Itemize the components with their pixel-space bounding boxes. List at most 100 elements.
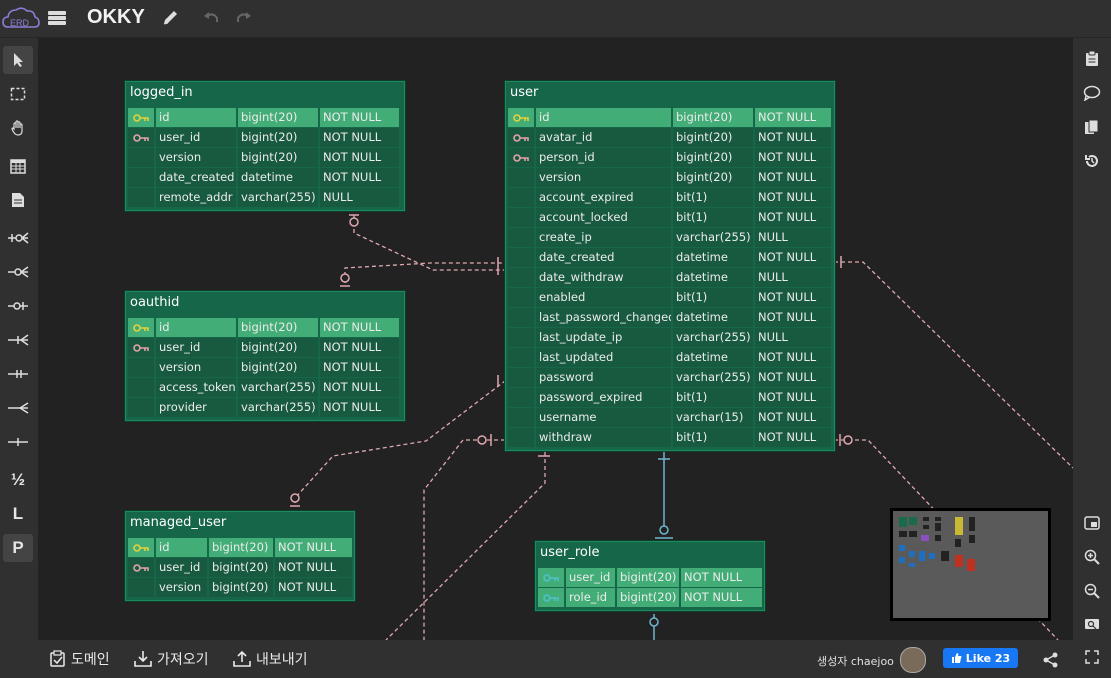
column-row[interactable]: user_id bigint(20) NOT NULL	[128, 128, 402, 147]
table-name[interactable]: oauthid	[126, 292, 404, 316]
sql-preview-button[interactable]	[1081, 48, 1103, 70]
select-area-tool[interactable]	[3, 80, 33, 108]
relation-one-tool[interactable]	[3, 428, 33, 456]
column-row[interactable]: password varchar(255) NOT NULL	[508, 368, 832, 387]
column-row[interactable]: create_ip varchar(255) NULL	[508, 228, 832, 247]
column-row[interactable]: person_id bigint(20) NOT NULL	[508, 148, 832, 167]
column-row[interactable]: avatar_id bigint(20) NOT NULL	[508, 128, 832, 147]
column-row[interactable]: version bigint(20) NOT NULL	[128, 578, 352, 597]
relation-zero-one-tool[interactable]	[3, 292, 33, 320]
column-row[interactable]: withdraw bit(1) NOT NULL	[508, 428, 832, 447]
undo-icon[interactable]	[201, 8, 221, 28]
column-row[interactable]: last_updated datetime NOT NULL	[508, 348, 832, 367]
column-row[interactable]: last_update_ip varchar(255) NULL	[508, 328, 832, 347]
table-user-role[interactable]: user_role user_id bigint(20) NOT NULL ro…	[535, 541, 765, 611]
table-managed-user[interactable]: managed_user id bigint(20) NOT NULL user…	[125, 511, 355, 601]
search-box-icon	[1085, 619, 1099, 630]
column-row[interactable]: account_expired bit(1) NOT NULL	[508, 188, 832, 207]
column-row[interactable]: date_withdraw datetime NULL	[508, 268, 832, 287]
physical-view-toggle[interactable]: P	[3, 534, 33, 562]
export-button[interactable]: 내보내기	[232, 649, 308, 669]
redo-icon[interactable]	[234, 8, 254, 28]
table-oauthid[interactable]: oauthid id bigint(20) NOT NULL user_id b…	[125, 291, 405, 421]
fullscreen-button[interactable]	[1081, 646, 1103, 668]
table-logged-in[interactable]: logged_in id bigint(20) NOT NULL user_id…	[125, 81, 405, 211]
pointer-tool[interactable]	[3, 46, 33, 74]
column-row[interactable]: id bigint(20) NOT NULL	[128, 108, 402, 127]
zoom-in-button[interactable]	[1081, 546, 1103, 568]
column-name: withdraw	[536, 428, 671, 447]
column-row[interactable]: enabled bit(1) NOT NULL	[508, 288, 832, 307]
column-row[interactable]: version bigint(20) NOT NULL	[128, 148, 402, 167]
column-type: varchar(255)	[673, 328, 753, 347]
relation-one-n-tool[interactable]	[3, 326, 33, 354]
comments-button[interactable]	[1081, 82, 1103, 104]
relation-n-tool[interactable]	[3, 394, 33, 422]
history-snapshot-button[interactable]	[1081, 116, 1103, 138]
column-null: NOT NULL	[755, 208, 831, 227]
minimap[interactable]	[890, 508, 1051, 621]
column-row[interactable]: user_id bigint(20) NOT NULL	[128, 338, 402, 357]
table-add-tool[interactable]	[3, 152, 33, 180]
column-name: password	[536, 368, 671, 387]
pencil-icon[interactable]	[160, 8, 180, 28]
column-null: NOT NULL	[755, 168, 831, 187]
zoom-out-button[interactable]	[1081, 580, 1103, 602]
table-name[interactable]: managed_user	[126, 512, 354, 536]
key-cell	[508, 288, 534, 307]
erd-cloud-logo[interactable]: ERD	[2, 4, 40, 32]
column-name: user_id	[156, 128, 236, 147]
domain-button[interactable]: 도메인	[49, 649, 110, 669]
column-name: user_id	[566, 568, 615, 587]
relation-one-only-tool[interactable]	[3, 360, 33, 388]
import-button[interactable]: 가져오기	[133, 649, 209, 669]
export-label: 내보내기	[256, 652, 308, 668]
table-name[interactable]: user_role	[536, 542, 764, 566]
table-name[interactable]: user	[506, 82, 834, 106]
column-row[interactable]: user_id bigint(20) NOT NULL	[128, 558, 352, 577]
memo-add-tool[interactable]	[3, 186, 33, 214]
relation-one-only-icon	[8, 370, 28, 378]
domain-label: 도메인	[71, 652, 110, 668]
logical-view-toggle[interactable]: L	[3, 500, 33, 528]
avatar[interactable]	[900, 647, 926, 673]
column-row[interactable]: account_locked bit(1) NOT NULL	[508, 208, 832, 227]
column-row[interactable]: id bigint(20) NOT NULL	[128, 538, 352, 557]
column-row[interactable]: id bigint(20) NOT NULL	[128, 318, 402, 337]
speech-bubble-icon	[1083, 85, 1101, 101]
column-null: NOT NULL	[320, 168, 399, 187]
pk-fk-toggle[interactable]: ½	[3, 466, 33, 494]
table-name[interactable]: logged_in	[126, 82, 404, 106]
column-row[interactable]: version bigint(20) NOT NULL	[508, 168, 832, 187]
column-row[interactable]: provider varchar(255) NOT NULL	[128, 398, 402, 417]
project-title[interactable]: OKKY	[87, 6, 145, 29]
column-row[interactable]: username varchar(15) NOT NULL	[508, 408, 832, 427]
column-row[interactable]: date_created datetime NOT NULL	[508, 248, 832, 267]
column-row[interactable]: date_created datetime NOT NULL	[128, 168, 402, 187]
column-row[interactable]: access_token varchar(255) NOT NULL	[128, 378, 402, 397]
projects-stack-icon[interactable]	[46, 9, 68, 27]
key-cell	[128, 358, 154, 377]
relation-zero-one-n-tool[interactable]	[3, 224, 33, 252]
column-row[interactable]: id bigint(20) NOT NULL	[508, 108, 832, 127]
share-icon[interactable]	[1043, 652, 1059, 668]
table-user[interactable]: user id bigint(20) NOT NULL avatar_id bi…	[505, 81, 835, 451]
column-row[interactable]: role_id bigint(20) NOT NULL	[538, 588, 762, 607]
relation-zero-n-tool[interactable]	[3, 258, 33, 286]
column-null: NOT NULL	[320, 148, 399, 167]
minimap-toggle[interactable]	[1081, 512, 1103, 534]
column-row[interactable]: remote_addr varchar(255) NULL	[128, 188, 402, 207]
column-null: NOT NULL	[681, 568, 762, 587]
erd-canvas[interactable]: logged_in id bigint(20) NOT NULL user_id…	[38, 38, 1073, 640]
column-row[interactable]: last_password_changed datetime NOT NULL	[508, 308, 832, 327]
column-type: varchar(255)	[673, 368, 753, 387]
column-row[interactable]: version bigint(20) NOT NULL	[128, 358, 402, 377]
column-row[interactable]: user_id bigint(20) NOT NULL	[538, 568, 762, 587]
facebook-like-button[interactable]: Like 23	[943, 648, 1018, 668]
search-button[interactable]	[1081, 614, 1103, 636]
hand-tool[interactable]	[3, 114, 33, 142]
column-row[interactable]: password_expired bit(1) NOT NULL	[508, 388, 832, 407]
column-type: bit(1)	[673, 188, 753, 207]
key-cell	[508, 348, 534, 367]
history-button[interactable]	[1081, 150, 1103, 172]
